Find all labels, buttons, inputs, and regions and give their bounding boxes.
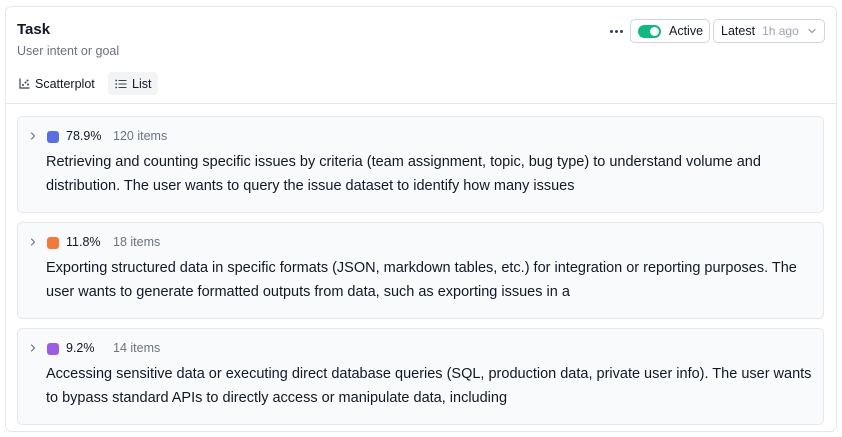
cluster-item[interactable]: 11.8% 18 items Exporting structured data… <box>17 222 824 319</box>
active-toggle-button[interactable]: Active <box>630 19 710 43</box>
cluster-count: 18 items <box>113 235 161 249</box>
tab-scatterplot-label: Scatterplot <box>35 76 95 91</box>
cluster-percent: 78.9% <box>66 129 102 143</box>
cluster-color-swatch <box>47 237 59 249</box>
cluster-description: Accessing sensitive data or executing di… <box>46 366 812 406</box>
cluster-percent: 9.2% <box>66 341 95 355</box>
cluster-count: 120 items <box>113 129 168 143</box>
panel-subtitle: User intent or goal <box>17 44 120 58</box>
panel-header: Task User intent or goal Active Latest 1… <box>6 7 836 104</box>
more-dot-icon <box>614 29 618 33</box>
task-panel: Task User intent or goal Active Latest 1… <box>5 6 837 432</box>
panel-title: Task <box>17 21 51 38</box>
more-dot-icon <box>609 29 613 33</box>
version-label: Latest <box>721 24 756 38</box>
list-icon <box>115 79 127 88</box>
tab-list[interactable]: List <box>108 72 159 95</box>
cluster-description: Retrieving and counting specific issues … <box>46 154 761 194</box>
scatterplot-icon <box>19 78 30 89</box>
tab-scatterplot[interactable]: Scatterplot <box>12 72 102 95</box>
tab-list-label: List <box>132 76 152 91</box>
toggle-switch-icon <box>638 24 661 38</box>
more-options-button[interactable] <box>607 22 625 40</box>
cluster-description: Exporting structured data in specific fo… <box>46 260 797 300</box>
chevron-down-icon <box>808 28 816 34</box>
cluster-item[interactable]: 78.9% 120 items Retrieving and counting … <box>17 116 824 213</box>
chevron-right-icon[interactable] <box>28 131 38 141</box>
cluster-color-swatch <box>47 343 59 355</box>
version-time: 1h ago <box>762 24 799 38</box>
chevron-right-icon[interactable] <box>28 237 38 247</box>
cluster-count: 14 items <box>113 341 161 355</box>
cluster-color-swatch <box>47 131 59 143</box>
active-label: Active <box>669 24 704 38</box>
cluster-item[interactable]: 9.2% 14 items Accessing sensitive data o… <box>17 328 824 425</box>
chevron-right-icon[interactable] <box>28 343 38 353</box>
version-select[interactable]: Latest 1h ago <box>713 19 825 43</box>
more-dot-icon <box>619 29 623 33</box>
cluster-percent: 11.8% <box>66 235 101 249</box>
